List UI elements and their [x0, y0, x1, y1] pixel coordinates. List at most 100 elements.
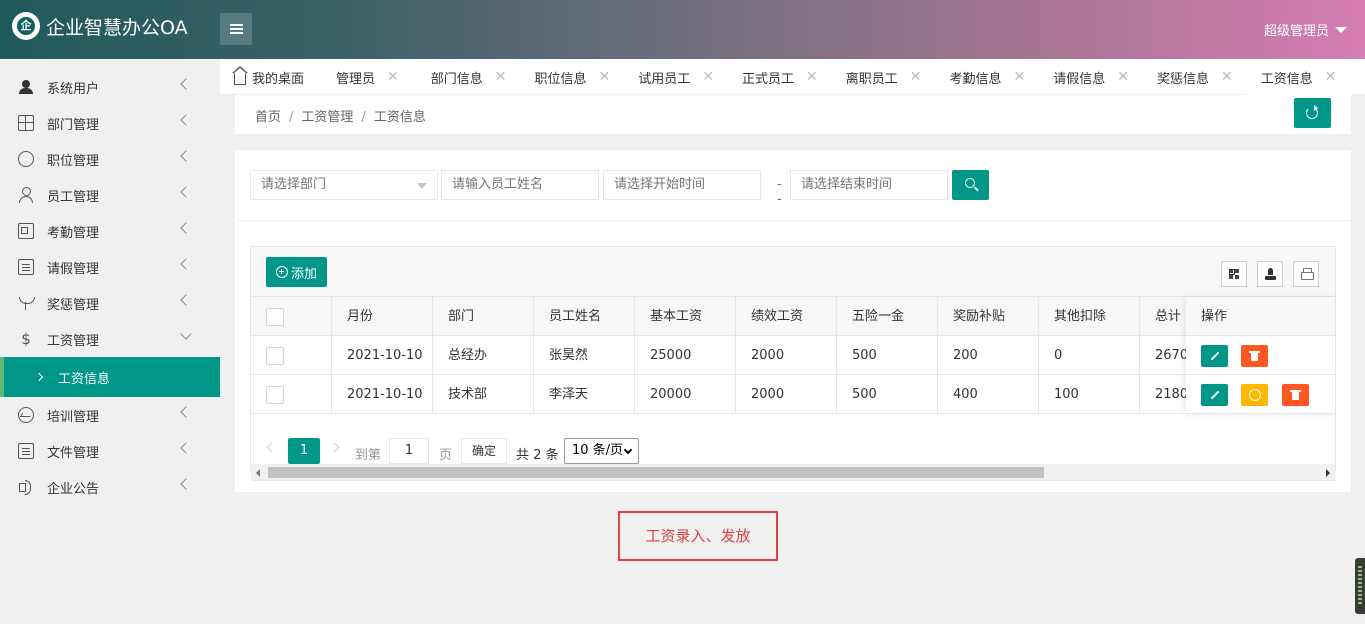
caret-down-icon: [1335, 26, 1347, 33]
prev-page-icon[interactable]: [266, 442, 277, 453]
sidebar-item-announcements[interactable]: 企业公告: [0, 469, 220, 505]
scroll-right-icon[interactable]: [1326, 469, 1330, 477]
sidebar-item-system-users[interactable]: 系统用户: [0, 69, 220, 105]
refresh-button[interactable]: [1294, 98, 1331, 128]
search-button[interactable]: [952, 170, 989, 200]
pagination: 1 到第 1 页 确定 共 2 条 10 条/页: [251, 435, 1335, 467]
user-icon: [18, 79, 34, 95]
table-cell: 张昊然: [534, 336, 635, 375]
close-icon[interactable]: ✕: [1117, 69, 1129, 85]
next-page-icon[interactable]: [329, 442, 340, 453]
total-count: 共 2 条: [516, 448, 559, 463]
breadcrumb-home[interactable]: 首页: [255, 110, 281, 125]
breadcrumb-current: 工资信息: [373, 110, 426, 125]
sidebar-subitem-salary-info[interactable]: 工资信息: [0, 357, 220, 397]
add-button[interactable]: 添加: [266, 257, 327, 287]
close-icon[interactable]: ✕: [806, 69, 818, 85]
delete-button[interactable]: [1241, 345, 1268, 367]
grid-icon: [18, 115, 34, 131]
tab-leave[interactable]: 请假信息 ✕: [1039, 59, 1143, 95]
chevron-left-icon: [180, 258, 192, 270]
page-unit-label: 页: [439, 448, 453, 463]
columns-filter-icon[interactable]: [1221, 261, 1247, 287]
goto-page-input[interactable]: 1: [389, 438, 429, 464]
chevron-left-icon: [180, 406, 192, 418]
table-cell: 技术部: [433, 375, 534, 414]
close-icon[interactable]: ✕: [1014, 69, 1026, 85]
tab-positions[interactable]: 职位信息 ✕: [521, 59, 625, 95]
chevron-left-icon: [180, 150, 192, 162]
start-date-input[interactable]: 请选择开始时间: [603, 170, 761, 200]
menu-toggle-button[interactable]: [220, 13, 252, 45]
edit-button[interactable]: [1201, 384, 1228, 406]
close-icon[interactable]: ✕: [387, 69, 399, 85]
column-header: 基本工资: [635, 297, 736, 336]
delete-button[interactable]: [1282, 384, 1309, 406]
confirm-button[interactable]: [1241, 384, 1268, 406]
sidebar-item-files[interactable]: 文件管理: [0, 433, 220, 469]
tab-probation-staff[interactable]: 试用员工 ✕: [624, 59, 728, 95]
current-page[interactable]: 1: [288, 438, 320, 464]
row-checkbox[interactable]: [266, 386, 284, 404]
sidebar-item-salary[interactable]: $ 工资管理: [0, 321, 220, 357]
edit-button[interactable]: [1201, 345, 1228, 367]
actions-column: 操作: [1186, 297, 1335, 414]
close-icon[interactable]: ✕: [599, 69, 611, 85]
tab-desktop[interactable]: 我的桌面: [220, 59, 318, 95]
row-checkbox[interactable]: [266, 347, 284, 365]
tab-admins[interactable]: 管理员 ✕: [318, 59, 413, 95]
annotation-box: 工资录入、发放: [618, 511, 778, 561]
document-icon: [18, 259, 34, 275]
sidebar-item-employees[interactable]: 员工管理: [0, 177, 220, 213]
print-icon[interactable]: [1293, 261, 1319, 287]
page-size-select[interactable]: 10 条/页: [564, 438, 639, 464]
employee-name-input[interactable]: 请输入员工姓名: [441, 170, 599, 200]
end-date-input[interactable]: 请选择结束时间: [790, 170, 948, 200]
close-icon[interactable]: ✕: [702, 69, 714, 85]
breadcrumb: 首页 / 工资管理 / 工资信息: [255, 110, 426, 125]
side-widget[interactable]: [1355, 558, 1365, 614]
salary-table-panel: 添加 月份 部门 员工姓名 基本工资 绩效工资 五险一金 奖励补贴 其他扣除 总…: [250, 246, 1336, 481]
chevron-left-icon: [180, 78, 192, 90]
main-card: 请选择部门 请输入员工姓名 请选择开始时间 -- 请选择结束时间 添加 月份 部…: [235, 150, 1351, 492]
breadcrumb-section[interactable]: 工资管理: [301, 110, 353, 125]
table-cell: 400: [938, 375, 1039, 414]
close-icon[interactable]: ✕: [1325, 69, 1337, 85]
column-header: 月份: [332, 297, 433, 336]
chevron-left-icon: [180, 442, 192, 454]
speaker-icon: [18, 479, 34, 495]
logo-badge-icon: 企: [12, 12, 40, 40]
actions-row: [1186, 336, 1335, 375]
department-select[interactable]: 请选择部门: [250, 170, 438, 200]
chevron-down-icon: [623, 445, 633, 455]
select-all-checkbox[interactable]: [266, 308, 284, 326]
tab-attendance[interactable]: 考勤信息 ✕: [936, 59, 1040, 95]
sidebar-item-attendance[interactable]: 考勤管理: [0, 213, 220, 249]
file-icon: [18, 443, 34, 459]
close-icon[interactable]: ✕: [910, 69, 922, 85]
user-menu[interactable]: 超级管理员: [1264, 20, 1347, 39]
close-icon[interactable]: ✕: [495, 69, 507, 85]
app-title: 企业智慧办公OA: [46, 16, 188, 39]
table-cell: 2000: [736, 336, 837, 375]
scroll-left-icon[interactable]: [256, 469, 260, 477]
scale-icon: [18, 295, 35, 311]
scroll-thumb[interactable]: [268, 467, 1044, 478]
tab-regular-staff[interactable]: 正式员工 ✕: [728, 59, 832, 95]
chevron-left-icon: [180, 222, 192, 234]
sidebar-item-training[interactable]: 培训管理: [0, 397, 220, 433]
sidebar-item-positions[interactable]: 职位管理: [0, 141, 220, 177]
goto-confirm-button[interactable]: 确定: [461, 438, 507, 464]
sidebar-item-rewards[interactable]: 奖惩管理: [0, 285, 220, 321]
export-icon[interactable]: [1257, 261, 1283, 287]
tab-rewards[interactable]: 奖惩信息 ✕: [1143, 59, 1247, 95]
close-icon[interactable]: ✕: [1221, 69, 1233, 85]
sidebar-item-leave[interactable]: 请假管理: [0, 249, 220, 285]
tab-salary-info[interactable]: 工资信息 ✕: [1246, 59, 1351, 95]
sidebar-item-departments[interactable]: 部门管理: [0, 105, 220, 141]
column-header: 绩效工资: [736, 297, 837, 336]
tab-departments[interactable]: 部门信息 ✕: [413, 59, 521, 95]
tab-resigned-staff[interactable]: 离职员工 ✕: [832, 59, 936, 95]
column-header: 员工姓名: [534, 297, 635, 336]
app-logo[interactable]: 企 企业智慧办公OA: [12, 12, 188, 40]
